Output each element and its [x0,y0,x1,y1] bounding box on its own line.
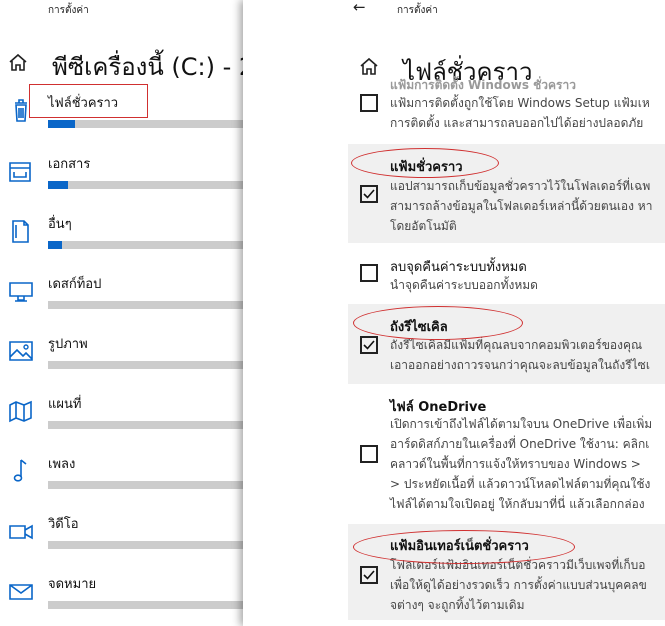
option-desc-line: โดยอัตโนมัติ [390,219,457,233]
option-title: ลบจุดคืนค่าระบบทั้งหมด [390,260,527,275]
window-header: การตั้งค่า [397,5,438,16]
option-desc-line: จต่างๆ จะถูกทิ้งไว้ตามเดิม [390,598,525,612]
category-desktop[interactable]: เดสก์ท็อป [0,273,243,333]
checkbox[interactable] [360,336,378,354]
annotation-ellipse [353,530,575,564]
checkbox[interactable] [360,185,378,203]
option-desc-line: คลาวด์ในพื้นที่การแจ้งให้ทราบของ Windows… [390,457,641,471]
checkmark-icon [363,570,375,580]
option-desc-line: การติดตั้ง และสามารถลบออกไปได้อย่างปลอดภ… [390,116,644,130]
category-documents[interactable]: เอกสาร [0,153,243,213]
usage-bar [48,421,243,429]
category-maps[interactable]: แผนที่ [0,393,243,453]
annotation-box [29,84,148,118]
annotation-ellipse [353,306,523,340]
video-icon [9,524,33,540]
option-desc-line: อาร์ดดิสก์ภายในเครื่องที่ OneDrive ใช้งา… [390,437,650,451]
option-desc-line: เพื่อให้ดูได้อย่างรวดเร็ว การตั้งค่าแบบส… [390,578,647,592]
checkbox[interactable] [360,566,378,584]
option-desc-line: > ประหยัดเนื้อที่ แล้วดาวน์โหลดไฟล์ตามที… [390,477,651,491]
checkbox[interactable] [360,445,378,463]
checkmark-icon [363,189,375,199]
desktop-icon [9,282,33,302]
option-desc-line: เอาออกอย่างถาวรจนกว่าคุณจะลบข้อมูลในถังร… [390,358,650,372]
category-label: อื่นๆ [48,217,72,232]
category-pictures[interactable]: รูปภาพ [0,333,243,393]
checkmark-icon [363,340,375,350]
checkbox[interactable] [360,264,378,282]
category-videos[interactable]: วิดีโอ [0,513,243,573]
usage-bar [48,541,243,549]
back-arrow-icon[interactable]: ← [353,0,366,16]
usage-bar [48,181,243,189]
mail-icon [9,584,33,600]
category-label: เอกสาร [48,157,91,172]
usage-bar [48,241,243,249]
category-label: เดสก์ท็อป [48,277,102,292]
storage-usage-window: การตั้งค่า พีซีเครื่องนี้ (C:) - 2 ไฟล์ช… [0,0,243,626]
window-header: การตั้งค่า [48,5,89,16]
category-label: แผนที่ [48,397,82,412]
category-music[interactable]: เพลง [0,453,243,513]
other-files-icon [12,220,29,243]
home-icon[interactable] [359,56,379,76]
option-windows-setup-files[interactable]: แฟ้มการติดตั้ง Windows ชั่วคราว แฟ้มการต… [348,78,665,139]
home-icon[interactable] [8,52,28,72]
option-desc-line: แฟ้มการติดตั้งถูกใช้โดย Windows Setup แฟ… [390,96,650,110]
option-desc-line: ไฟล์ได้ตามใจเปิดอยู่ ให้กลับมาที่นี่ แล้… [390,497,645,511]
category-label: จดหมาย [48,577,97,592]
usage-bar [48,120,243,128]
usage-bar [48,361,243,369]
music-icon [13,459,27,482]
pictures-icon [9,341,33,361]
map-icon [9,400,32,423]
documents-icon [9,162,31,182]
category-mail[interactable]: จดหมาย [0,573,243,626]
option-onedrive-files[interactable]: ไฟล์ OneDrive เปิดการเข้าถึงไฟล์ได้ตามใจ… [348,388,665,523]
category-other[interactable]: อื่นๆ [0,213,243,273]
category-label: เพลง [48,457,76,472]
annotation-ellipse [351,148,499,178]
usage-bar [48,601,243,609]
option-desc-line: แอปสามารถเก็บข้อมูลชั่วคราวไว้ในโฟลเดอร์… [390,179,651,193]
option-restore-points[interactable]: ลบจุดคืนค่าระบบทั้งหมด นำจุดคืนค่าระบบออ… [348,247,665,302]
page-title: พีซีเครื่องนี้ (C:) - 2 [52,53,243,81]
temporary-files-window: ← การตั้งค่า ไฟล์ชั่วคราว แฟ้มการติดตั้ง… [243,0,665,626]
option-desc-line: สามารถล้างข้อมูลในโฟลเดอร์เหล่านี้ด้วยตน… [390,199,653,213]
category-label: รูปภาพ [48,337,88,352]
usage-bar [48,301,243,309]
option-desc-line: นำจุดคืนค่าระบบออกทั้งหมด [390,278,538,292]
option-desc-line: เปิดการเข้าถึงไฟล์ได้ตามใจบน OneDrive เพ… [390,417,653,431]
usage-bar [48,481,243,489]
category-label: วิดีโอ [48,517,79,532]
checkbox[interactable] [360,94,378,112]
